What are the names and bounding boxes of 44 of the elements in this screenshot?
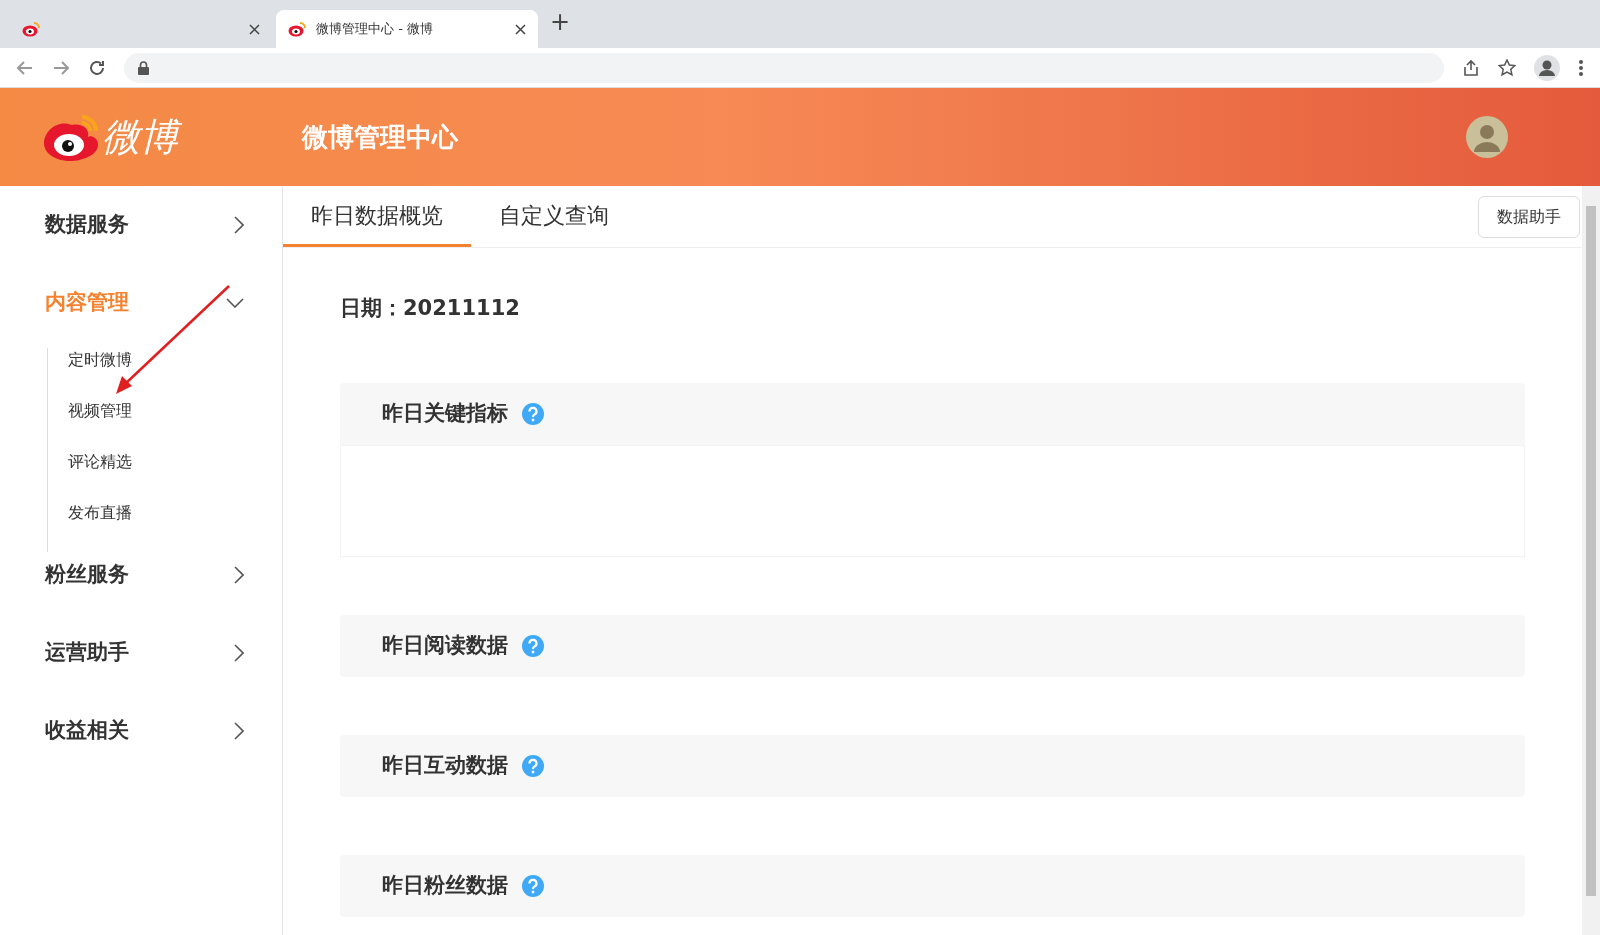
menu-icon[interactable]	[1578, 58, 1584, 77]
sidebar-subitem[interactable]: 定时微博	[48, 349, 132, 371]
star-icon[interactable]	[1498, 58, 1516, 77]
content-tab[interactable]: 昨日数据概览	[283, 199, 471, 247]
tab-title: 微博管理中心 - 微博	[316, 20, 434, 39]
sidebar-subitem[interactable]: 发布直播	[48, 502, 132, 524]
sidebar-item[interactable]: 粉丝服务	[0, 556, 282, 594]
lock-icon	[138, 60, 149, 75]
tab-logo-icon	[22, 21, 40, 37]
chevron-right-icon	[234, 216, 244, 234]
section-title: 昨日阅读数据	[382, 631, 508, 659]
sidebar-item[interactable]: 收益相关	[0, 712, 282, 750]
chevron-right-icon	[234, 566, 244, 584]
chevron-right-icon	[234, 644, 244, 662]
share-icon[interactable]	[1462, 58, 1480, 77]
chevron-down-icon	[226, 298, 244, 308]
chevron-right-icon	[234, 722, 244, 740]
help-icon[interactable]	[522, 874, 544, 897]
content-tab[interactable]: 自定义查询	[471, 199, 637, 247]
scrollbar-thumb[interactable]	[1586, 206, 1596, 896]
date-label: 日期：20211112	[340, 295, 520, 322]
sidebar-item[interactable]: 数据服务	[0, 206, 282, 244]
helper-button[interactable]: 数据助手	[1478, 196, 1580, 238]
sidebar-item[interactable]: 运营助手	[0, 634, 282, 672]
browser-tab[interactable]: 微博管理中心 - 微博	[276, 10, 538, 48]
sidebar-subitem[interactable]: 视频管理	[48, 400, 132, 422]
new-tab-button[interactable]: +	[550, 4, 571, 40]
help-icon[interactable]	[522, 754, 544, 777]
back-icon[interactable]	[16, 58, 34, 77]
sidebar-subitem[interactable]: 评论精选	[48, 451, 132, 473]
forward-icon[interactable]	[52, 58, 70, 77]
tab-logo-icon	[288, 21, 306, 37]
help-icon[interactable]	[522, 402, 544, 425]
reload-icon[interactable]	[88, 58, 106, 77]
section-title: 昨日关键指标	[382, 399, 508, 427]
section-title: 昨日粉丝数据	[382, 871, 508, 899]
scrollbar[interactable]	[1582, 186, 1600, 935]
avatar[interactable]	[1466, 116, 1508, 158]
page-title: 微博管理中心	[302, 120, 458, 154]
close-icon[interactable]	[515, 23, 526, 35]
profile-icon[interactable]	[1534, 54, 1560, 81]
help-icon[interactable]	[522, 634, 544, 657]
section-title: 昨日互动数据	[382, 751, 508, 779]
close-icon[interactable]	[249, 23, 260, 35]
